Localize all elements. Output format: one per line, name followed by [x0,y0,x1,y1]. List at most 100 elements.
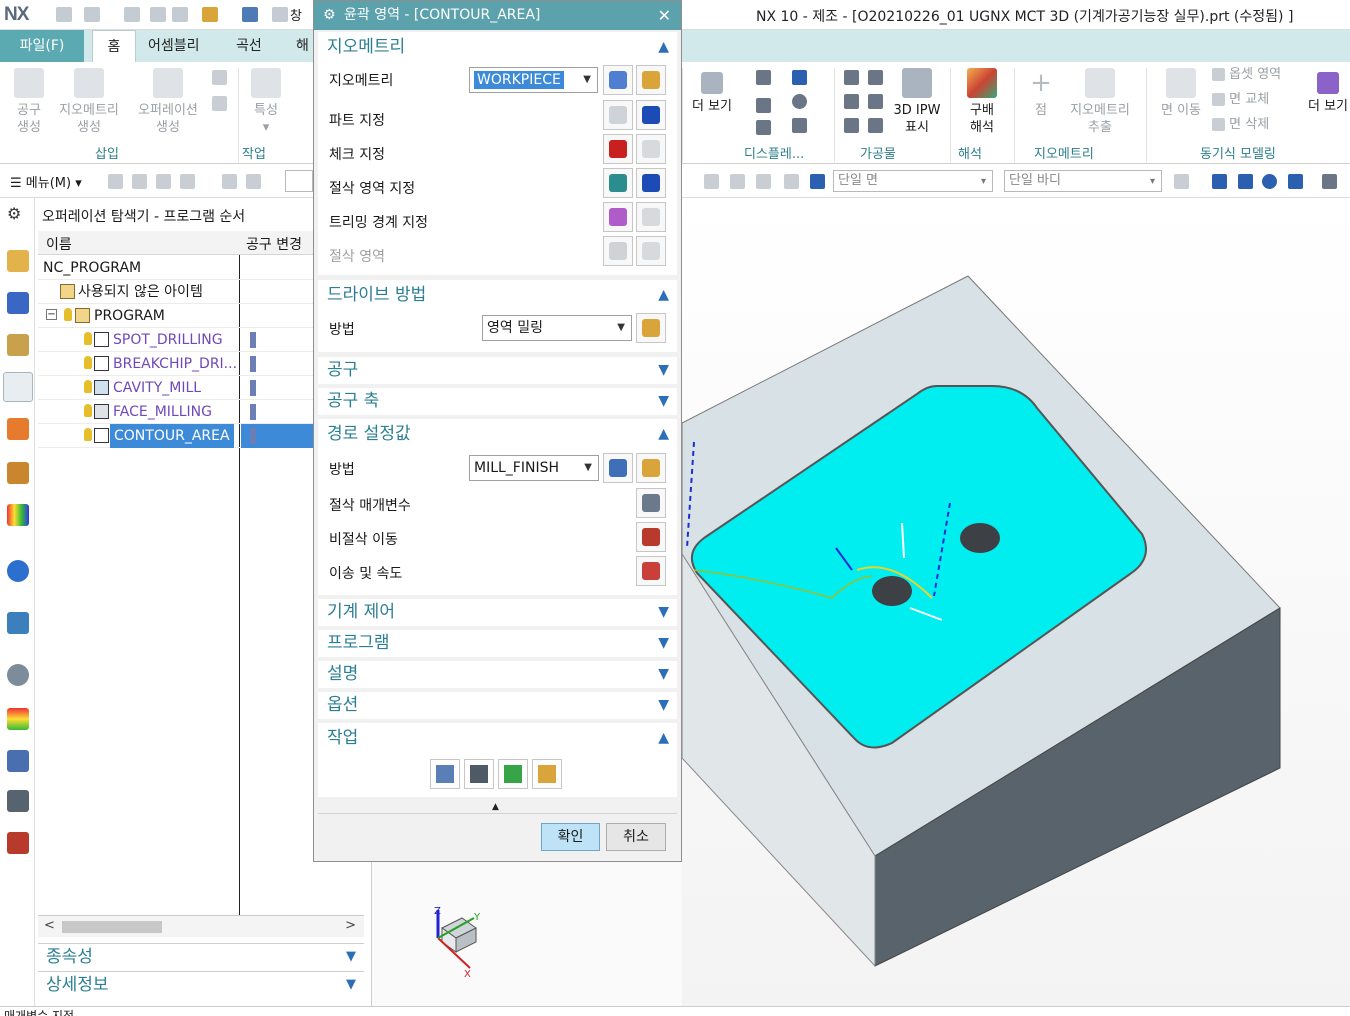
snap-icon-d[interactable] [784,174,799,189]
program-section[interactable]: 프로그램 ▼ [318,630,677,657]
more-view-right-button[interactable]: 더 보기 [1306,72,1350,115]
gouge-analysis-button[interactable]: 구배 해석 [958,68,1006,136]
process-studio-icon[interactable] [7,750,29,772]
cancel-button[interactable]: 취소 [606,823,666,851]
more-view-button[interactable]: 더 보기 [686,72,738,115]
offset-region-button[interactable]: 옵셋 영역 [1212,66,1302,83]
path-settings-header[interactable]: 경로 설정값 ▲ [318,419,677,449]
replay-button[interactable] [464,759,494,789]
history-clock-icon[interactable] [7,664,29,686]
face-rule-combo[interactable]: 단일 면 ▾ [833,170,993,192]
group-display[interactable]: 디스플레... [744,143,804,162]
create-geometry-button[interactable]: 지오메트리 생성 [52,68,126,136]
edit-drive-method-button[interactable] [636,313,666,343]
details-section[interactable]: 상세정보 ▼ [38,971,364,997]
feeds-button[interactable] [636,556,666,586]
point-button[interactable]: + 점 [1026,68,1056,119]
workpiece-icon-c[interactable] [844,94,859,109]
palette-icon[interactable] [7,504,29,526]
snap-icon-e[interactable] [810,174,825,189]
info-icon[interactable] [7,560,29,582]
render-style-icon[interactable] [1322,174,1337,189]
workpiece-icon-d[interactable] [868,94,883,109]
save-icon[interactable] [56,7,72,22]
repeat-command-icon[interactable] [202,7,218,22]
expand-arrow-icon[interactable]: ▲ [492,802,499,812]
constraint-navigator-icon[interactable] [7,292,29,314]
filter-icon-a[interactable] [108,174,123,189]
show-part-button[interactable] [636,100,666,130]
dialog-gear-icon[interactable]: ⚙ [323,1,336,30]
edit-geometry-button[interactable] [636,65,666,95]
ok-button[interactable]: 확인 [541,823,600,851]
geometry-section-header[interactable]: 지오메트리 ▲ [318,32,677,62]
column-tool-change[interactable]: 공구 변경 [246,234,302,254]
view-zoom-icon[interactable] [1238,174,1253,189]
collapse-toggle-icon[interactable]: − [46,309,57,320]
properties-button[interactable]: 특성 ▾ [246,68,286,136]
touch-mode-icon[interactable] [242,7,258,22]
tab-assembly[interactable]: 어셈블리 [136,30,212,62]
workpiece-icon-b[interactable] [868,70,883,85]
display-icon-e[interactable] [792,94,807,109]
menu-button[interactable]: ☰ 메뉴(M) ▾ [10,172,82,191]
verify-button[interactable] [498,759,528,789]
geometry-select[interactable]: WORKPIECE ▼ [469,67,598,93]
select-trim-boundary-button[interactable] [603,202,633,232]
display-icon-b[interactable] [756,98,771,113]
display-icon-d[interactable] [792,70,807,85]
reuse-library-icon[interactable] [7,462,29,484]
options-section[interactable]: 옵션 ▼ [318,692,677,719]
workpiece-icon-a[interactable] [844,70,859,85]
tool-section[interactable]: 공구 ▼ [318,357,677,384]
move-face-button[interactable]: 면 이동 [1156,68,1206,119]
machine-tool-navigator-icon[interactable] [7,418,29,440]
show-trim-boundary-button[interactable] [636,202,666,232]
copy-icon[interactable] [150,7,166,22]
select-cut-area-button[interactable] [603,168,633,198]
snap-icon-b[interactable] [730,174,745,189]
arrow-right-icon[interactable] [1174,174,1189,189]
graphics-viewport[interactable] [681,198,1350,1006]
show-cut-area-button[interactable] [636,168,666,198]
snap-icon-c[interactable] [756,174,771,189]
dialog-title-bar[interactable]: ⚙ 윤곽 영역 - [CONTOUR_AREA] ✕ [314,1,681,30]
filter-icon-e[interactable] [222,174,237,189]
column-name[interactable]: 이름 [46,234,72,254]
filter-icon-d[interactable] [180,174,195,189]
show-check-button[interactable] [636,134,666,164]
small-icon-b[interactable] [212,96,227,111]
drive-method-select[interactable]: 영역 밀링 ▼ [482,315,632,341]
description-section[interactable]: 설명 ▼ [318,661,677,688]
cut-icon[interactable] [124,7,140,22]
snap-icon-a[interactable] [704,174,719,189]
list-button[interactable] [532,759,562,789]
delete-face-button[interactable]: 면 삭제 [1212,116,1302,133]
drive-method-header[interactable]: 드라이브 방법 ▲ [318,280,677,310]
tab-home[interactable]: 홈 [92,30,136,62]
close-icon[interactable]: ✕ [658,1,671,30]
display-icon-f[interactable] [792,118,807,133]
filter-icon-b[interactable] [132,174,147,189]
operation-navigator-icon[interactable] [3,372,33,402]
view-triad[interactable]: Z Y X [424,904,494,980]
part-navigator-icon[interactable] [7,334,29,356]
show-3d-ipw-button[interactable]: 3D IPW 표시 [890,68,944,136]
scroll-thumb[interactable] [62,921,162,933]
tab-file[interactable]: 파일(F) [0,30,84,62]
dependencies-section[interactable]: 종속성 ▼ [38,943,364,969]
navigator-hscrollbar[interactable]: < > [38,915,364,937]
window-icon[interactable] [272,7,288,22]
replace-face-button[interactable]: 면 교체 [1212,91,1302,108]
edit-method-button[interactable] [636,453,666,483]
assembly-navigator-icon[interactable] [7,250,29,272]
paste-icon[interactable] [172,7,188,22]
path-method-select[interactable]: MILL_FINISH ▼ [469,455,599,481]
new-geometry-button[interactable] [603,65,633,95]
machine-control-section[interactable]: 기계 제어 ▼ [318,599,677,626]
extract-geometry-button[interactable]: 지오메트리 추출 [1062,68,1138,136]
web-browser-icon[interactable] [7,612,29,634]
create-tool-button[interactable]: 공구 생성 [10,68,48,136]
display-icon-c[interactable] [756,120,771,135]
role-icon[interactable] [7,790,29,812]
